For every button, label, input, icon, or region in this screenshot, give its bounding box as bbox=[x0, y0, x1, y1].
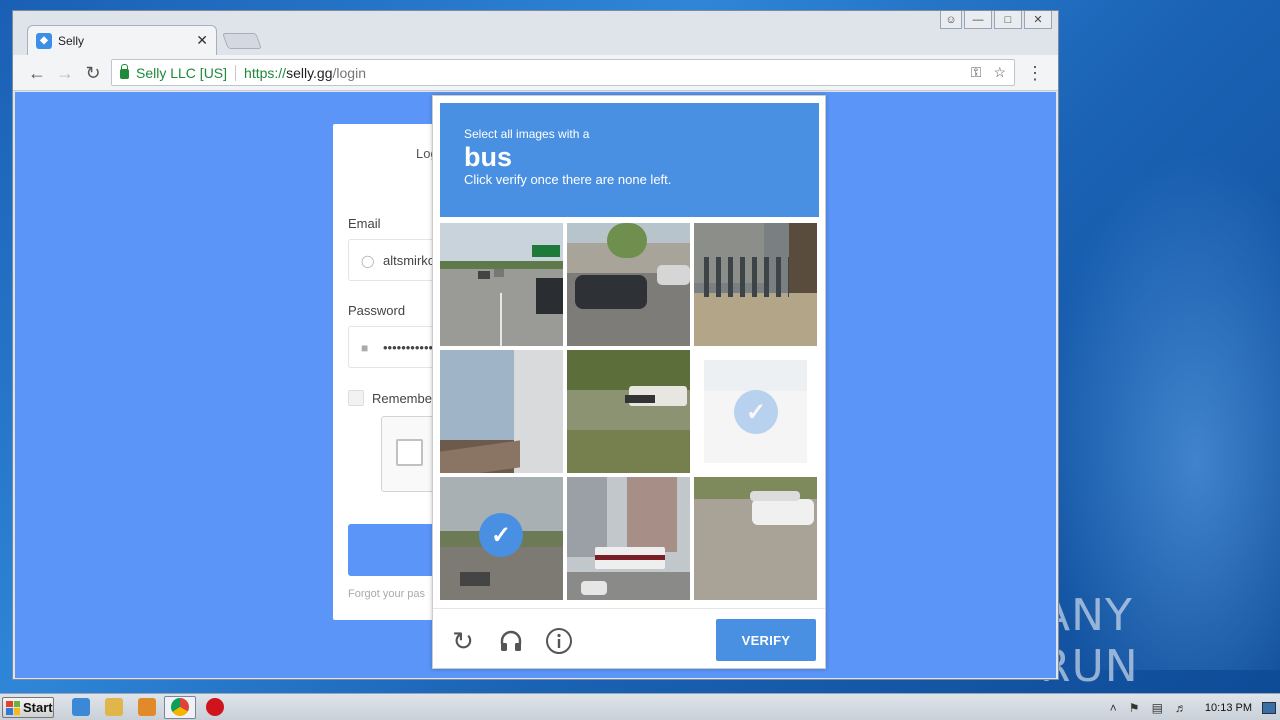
captcha-tile-van[interactable]: ✓ bbox=[694, 350, 817, 473]
remember-me[interactable]: Remember bbox=[348, 390, 436, 406]
taskbar: Start ˄ ⚑ ▤ ♬ 10:13 PM bbox=[0, 693, 1280, 720]
user-icon: ◯ bbox=[361, 254, 375, 268]
start-button[interactable]: Start bbox=[2, 697, 54, 718]
lock-icon bbox=[120, 63, 129, 79]
password-label: Password bbox=[348, 303, 406, 318]
media-player-icon[interactable] bbox=[138, 698, 156, 716]
audio-challenge-icon[interactable] bbox=[497, 627, 525, 655]
info-icon[interactable] bbox=[545, 627, 573, 655]
selected-check-icon: ✓ bbox=[734, 390, 778, 434]
explorer-icon[interactable] bbox=[105, 698, 123, 716]
address-actions: ⚿ ☆ bbox=[971, 64, 1006, 81]
reload-challenge-icon[interactable]: ↻ bbox=[449, 626, 477, 656]
volume-icon[interactable]: ♬ bbox=[1175, 701, 1187, 715]
captcha-tile-traffic[interactable]: ✓ bbox=[440, 477, 563, 600]
ie-icon[interactable] bbox=[72, 698, 90, 716]
forward-icon[interactable]: → bbox=[53, 61, 77, 85]
captcha-tile-bike-rack[interactable] bbox=[694, 223, 817, 346]
show-desktop-button[interactable] bbox=[1262, 701, 1276, 714]
opera-icon[interactable] bbox=[206, 698, 224, 716]
menu-icon[interactable]: ⋮ bbox=[1026, 63, 1044, 84]
start-label: Start bbox=[23, 700, 53, 715]
browser-toolbar: ← → ↻ Selly LLC [US] https:// selly.gg /… bbox=[13, 55, 1058, 91]
email-value: altsmirko bbox=[383, 252, 436, 268]
forgot-password-link[interactable]: Forgot your pas bbox=[348, 588, 425, 600]
url-host: selly.gg bbox=[286, 64, 333, 81]
captcha-tile-school-bus[interactable] bbox=[567, 350, 690, 473]
captcha-footer: ↻ VERIFY bbox=[433, 608, 825, 670]
anyrun-watermark: ANY RUN bbox=[1040, 590, 1240, 692]
star-icon[interactable]: ☆ bbox=[993, 64, 1006, 81]
captcha-subtext: Click verify once there are none left. bbox=[464, 172, 672, 187]
clock[interactable]: 10:13 PM bbox=[1205, 702, 1252, 714]
remember-checkbox[interactable] bbox=[348, 390, 364, 406]
captcha-tile-street-car[interactable] bbox=[567, 223, 690, 346]
recaptcha-checkbox[interactable] bbox=[396, 439, 423, 466]
captcha-tile-city-bus[interactable] bbox=[567, 477, 690, 600]
windows-logo-icon bbox=[6, 700, 20, 715]
email-label: Email bbox=[348, 216, 381, 231]
tray-expand-icon[interactable]: ˄ bbox=[1110, 701, 1117, 715]
network-icon[interactable]: ▤ bbox=[1152, 701, 1163, 715]
captcha-grid: ✓ ✓ bbox=[440, 223, 818, 601]
captcha-header: Select all images with a bus Click verif… bbox=[440, 103, 819, 217]
flag-icon[interactable]: ⚑ bbox=[1129, 701, 1140, 715]
password-value: ••••••••••• bbox=[383, 339, 434, 355]
captcha-tile-highway[interactable] bbox=[440, 223, 563, 346]
key-icon[interactable]: ⚿ bbox=[971, 64, 982, 81]
address-bar[interactable]: Selly LLC [US] https:// selly.gg /login … bbox=[111, 59, 1015, 86]
selected-check-icon: ✓ bbox=[479, 513, 523, 557]
captcha-instruction: Select all images with a bbox=[464, 127, 590, 141]
remember-label: Remember bbox=[372, 390, 437, 406]
captcha-tile-parking-lot[interactable] bbox=[694, 477, 817, 600]
tab-close-icon[interactable]: ✕ bbox=[196, 32, 208, 49]
system-tray: ˄ ⚑ ▤ ♬ 10:13 PM bbox=[1104, 694, 1280, 720]
tab-title: Selly bbox=[58, 33, 85, 48]
selly-favicon-icon: ◆ bbox=[36, 32, 52, 49]
url-path: /login bbox=[332, 64, 366, 81]
url-scheme: https:// bbox=[244, 64, 287, 81]
tab-strip: ◆ Selly ✕ bbox=[13, 11, 1058, 55]
chrome-icon bbox=[171, 698, 189, 716]
new-tab-button[interactable] bbox=[222, 33, 262, 49]
tab-selly[interactable]: ◆ Selly ✕ bbox=[27, 25, 217, 55]
address-separator bbox=[235, 64, 237, 81]
lock-field-icon: ■ bbox=[361, 341, 369, 355]
watermark-text: ANY RUN bbox=[1040, 590, 1139, 692]
captcha-challenge: Select all images with a bus Click verif… bbox=[432, 95, 826, 669]
back-icon[interactable]: ← bbox=[25, 61, 49, 85]
captcha-tile-house[interactable] bbox=[440, 350, 563, 473]
captcha-target: bus bbox=[464, 142, 513, 172]
site-identity: Selly LLC [US] bbox=[136, 64, 228, 81]
reload-icon[interactable]: ↻ bbox=[81, 61, 105, 85]
verify-button[interactable]: VERIFY bbox=[716, 619, 816, 661]
